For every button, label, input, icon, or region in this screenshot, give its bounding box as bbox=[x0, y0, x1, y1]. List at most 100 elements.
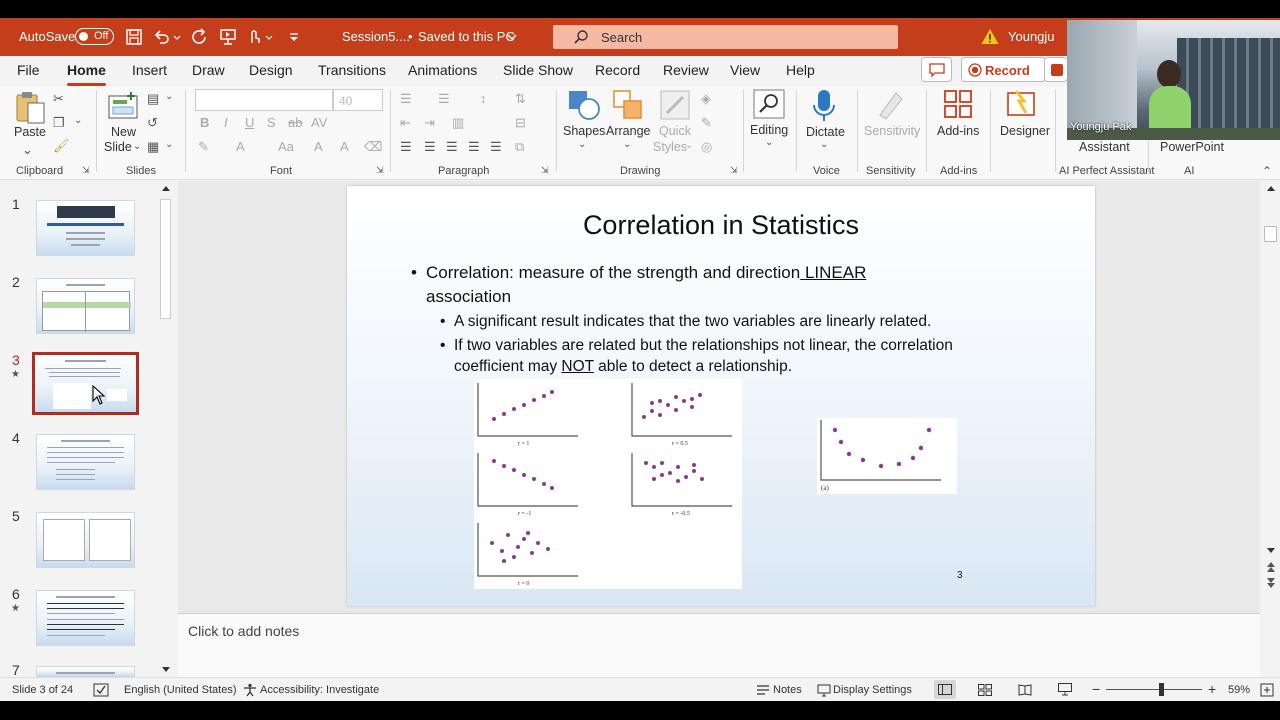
font-name-combo[interactable] bbox=[195, 89, 333, 111]
paste-label[interactable]: Paste bbox=[14, 125, 46, 139]
new-slide-icon[interactable] bbox=[107, 90, 139, 124]
slide-thumbnail-7[interactable] bbox=[36, 666, 135, 677]
scroll-up-icon[interactable] bbox=[160, 184, 172, 194]
bullets-icon[interactable]: ☰ bbox=[400, 91, 412, 107]
slide-thumbnail-3-selected[interactable] bbox=[32, 352, 139, 415]
slide-thumbnail-4[interactable] bbox=[36, 434, 135, 490]
slide-thumbnail-1[interactable] bbox=[36, 200, 135, 256]
clipboard-launcher-icon[interactable]: ⇲ bbox=[82, 165, 90, 176]
new-slide-label-2[interactable]: Slide bbox=[104, 140, 132, 154]
normal-view-button[interactable] bbox=[934, 680, 956, 699]
tab-slide-show[interactable]: Slide Show bbox=[503, 62, 573, 78]
display-settings-icon[interactable] bbox=[817, 683, 831, 697]
arrange-dropdown-icon[interactable]: ⌄ bbox=[623, 139, 631, 150]
accessibility-status[interactable]: Accessibility: Investigate bbox=[260, 684, 379, 696]
accessibility-icon[interactable] bbox=[243, 683, 257, 697]
sensitivity-icon[interactable] bbox=[876, 89, 906, 121]
slide-sorter-icon[interactable] bbox=[978, 684, 992, 696]
undo-dropdown-icon[interactable] bbox=[172, 27, 182, 47]
editing-dropdown-icon[interactable]: ⌄ bbox=[765, 137, 773, 148]
thumbnail-scrollbar[interactable] bbox=[158, 181, 175, 677]
clear-all-format-icon[interactable]: ⌫ bbox=[364, 139, 382, 155]
text-direction-icon[interactable]: ⇅ bbox=[515, 91, 526, 107]
previous-slide-icon[interactable] bbox=[1265, 560, 1277, 574]
dictate-label[interactable]: Dictate bbox=[806, 125, 845, 139]
zoom-slider-thumb[interactable] bbox=[1159, 683, 1165, 696]
slide-thumbnail-2[interactable] bbox=[36, 278, 135, 334]
tab-animations[interactable]: Animations bbox=[408, 62, 477, 78]
slide-title[interactable]: Correlation in Statistics bbox=[347, 210, 1095, 241]
touch-dropdown-icon[interactable] bbox=[264, 27, 274, 47]
sub-bullet-2-line-1[interactable]: If two variables are related but the rel… bbox=[454, 335, 1054, 356]
copy-dropdown-icon[interactable]: ⌄ bbox=[74, 115, 82, 126]
shapes-label[interactable]: Shapes bbox=[563, 124, 605, 138]
tab-review[interactable]: Review bbox=[663, 62, 709, 78]
font-size-combo[interactable]: 40 bbox=[333, 89, 383, 111]
tab-design[interactable]: Design bbox=[249, 62, 293, 78]
grow-font-icon[interactable]: A bbox=[314, 139, 323, 154]
warning-icon[interactable] bbox=[980, 27, 1000, 47]
tab-record[interactable]: Record bbox=[595, 62, 640, 78]
editing-icon[interactable] bbox=[753, 89, 785, 119]
notes-toggle[interactable]: Notes bbox=[773, 684, 802, 696]
comments-button[interactable] bbox=[921, 57, 952, 82]
scatterplot-grid-image[interactable]: r = 1 r = 0.5 r = -1 r = -0.5 r = 0 bbox=[474, 379, 742, 589]
align-right-icon[interactable]: ☰ bbox=[446, 139, 458, 155]
share-button[interactable] bbox=[1044, 57, 1068, 82]
tab-home[interactable]: Home bbox=[67, 62, 106, 86]
justify-icon[interactable]: ☰ bbox=[468, 139, 480, 155]
fit-to-window-icon[interactable] bbox=[1260, 683, 1274, 697]
search-box[interactable]: Search bbox=[553, 25, 898, 49]
language-indicator[interactable]: English (United States) bbox=[124, 684, 237, 696]
designer-label[interactable]: Designer bbox=[1000, 124, 1050, 138]
zoom-level[interactable]: 59% bbox=[1228, 684, 1250, 696]
slide-thumbnail-5[interactable] bbox=[36, 512, 135, 568]
notes-icon[interactable] bbox=[756, 684, 770, 696]
scrollbar-thumb[interactable] bbox=[1264, 226, 1277, 242]
shape-fill-icon[interactable]: ◈ bbox=[701, 91, 711, 107]
font-color-icon[interactable]: A bbox=[236, 139, 245, 154]
save-icon[interactable] bbox=[124, 27, 144, 47]
scroll-up-icon[interactable] bbox=[1265, 184, 1277, 194]
shapes-icon[interactable] bbox=[567, 89, 601, 121]
add-ins-icon[interactable] bbox=[944, 90, 972, 118]
slideshow-icon[interactable] bbox=[1058, 683, 1072, 696]
next-slide-icon[interactable] bbox=[1265, 576, 1277, 590]
copy-icon[interactable]: ❐ bbox=[53, 115, 65, 131]
line-spacing-icon[interactable]: ↕ bbox=[480, 91, 487, 106]
undo-icon[interactable] bbox=[152, 27, 172, 47]
scrollbar-thumb[interactable] bbox=[160, 199, 171, 319]
sensitivity-button-label[interactable]: Sensitivity bbox=[864, 124, 920, 138]
powerpoint-ai-label[interactable]: PowerPoint bbox=[1160, 140, 1224, 154]
align-text-icon[interactable]: ⊟ bbox=[515, 115, 526, 131]
editing-label[interactable]: Editing bbox=[750, 123, 788, 137]
tab-insert[interactable]: Insert bbox=[132, 62, 167, 78]
add-ins-button-label[interactable]: Add-ins bbox=[937, 124, 979, 138]
paste-icon[interactable] bbox=[14, 90, 46, 126]
highlight-icon[interactable]: ✎ bbox=[198, 139, 209, 155]
arrange-icon[interactable] bbox=[612, 89, 644, 121]
bold-icon[interactable]: B bbox=[200, 115, 209, 130]
touch-mode-icon[interactable] bbox=[244, 27, 264, 47]
display-settings-button[interactable]: Display Settings bbox=[833, 684, 912, 696]
section-icon[interactable]: ▦ bbox=[147, 139, 159, 155]
record-button[interactable]: Record bbox=[961, 57, 1046, 82]
new-slide-dropdown-icon[interactable]: ⌄ bbox=[133, 141, 141, 152]
quick-styles-label-1[interactable]: Quick bbox=[659, 124, 691, 138]
document-title[interactable]: Session5.... bbox=[342, 29, 410, 44]
cut-icon[interactable]: ✂ bbox=[53, 91, 64, 107]
font-launcher-icon[interactable]: ⇲ bbox=[376, 165, 384, 176]
italic-icon[interactable]: I bbox=[224, 115, 228, 130]
present-from-beginning-icon[interactable] bbox=[218, 27, 238, 47]
align-center-icon[interactable]: ☰ bbox=[424, 139, 436, 155]
zoom-slider-track[interactable] bbox=[1106, 689, 1202, 690]
slide-thumbnail-6[interactable] bbox=[36, 590, 135, 646]
customize-toolbar-icon[interactable] bbox=[284, 27, 304, 47]
designer-icon[interactable] bbox=[1006, 89, 1038, 119]
tab-file[interactable]: File bbox=[17, 62, 40, 78]
redo-icon[interactable] bbox=[190, 27, 210, 47]
numbering-icon[interactable]: ☰ bbox=[438, 91, 450, 107]
paste-dropdown-icon[interactable]: ⌄ bbox=[22, 142, 33, 158]
nonlinear-scatterplot-image[interactable]: (a) bbox=[817, 418, 957, 494]
user-name[interactable]: Youngju bbox=[1008, 29, 1055, 44]
